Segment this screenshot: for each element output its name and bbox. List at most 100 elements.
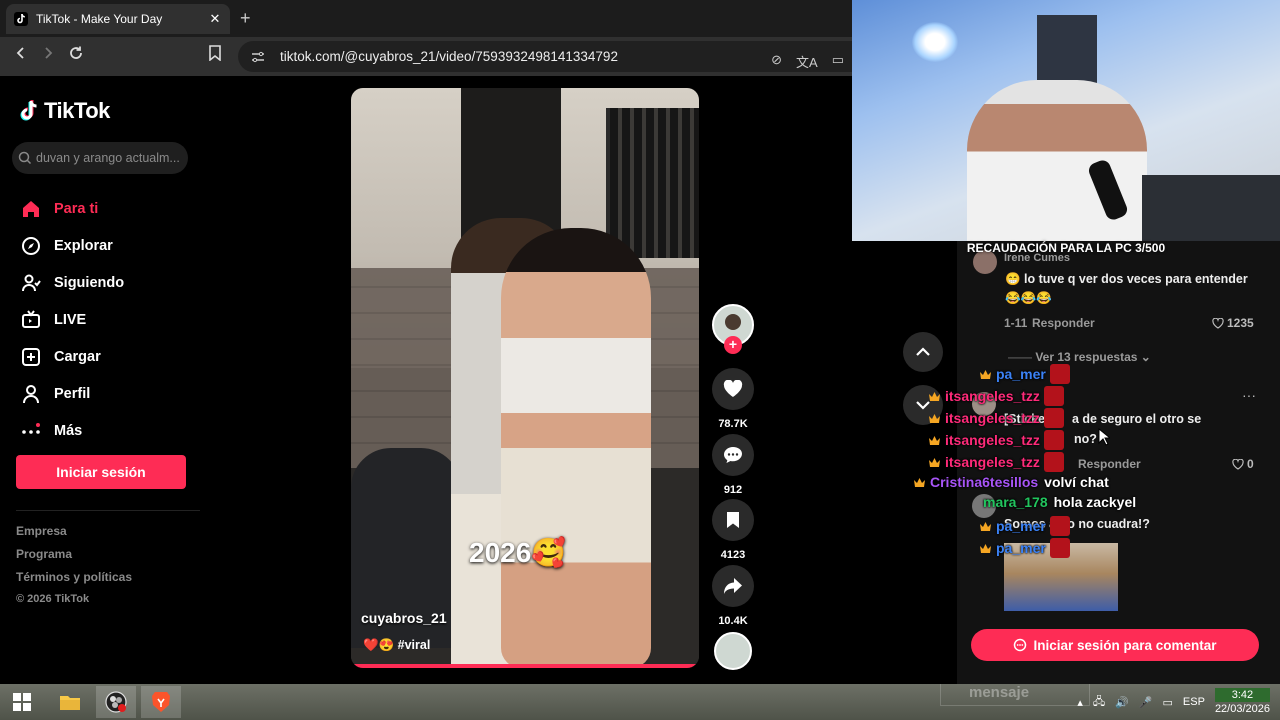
comment-like[interactable]: 1235: [1212, 316, 1254, 330]
save-button[interactable]: 4123: [712, 499, 754, 561]
back-icon[interactable]: [10, 45, 32, 67]
clock-date: 22/03/2026: [1214, 703, 1270, 715]
windows-taskbar: mensaje ▴ 🖧 🔊 🎤 ▭ ESP 3:42 22/03/2026: [0, 684, 1280, 720]
comment-bubble-icon: [1014, 638, 1027, 652]
chat-user: itsangeles_tzz: [945, 410, 1040, 426]
network-icon[interactable]: 🖧: [1093, 693, 1105, 712]
tiktok-logo[interactable]: TikTok: [20, 98, 110, 124]
chat-message: itsangeles_tzz: [928, 430, 1064, 450]
reply-like[interactable]: 0: [1232, 457, 1254, 471]
save-count: 4123: [720, 549, 746, 561]
clock-time: 3:42: [1214, 688, 1270, 702]
chevron-up-icon: [916, 347, 930, 356]
forward-icon[interactable]: [37, 45, 59, 67]
file-explorer-button[interactable]: [50, 686, 90, 718]
video-overlay-text: 2026🥰: [469, 537, 567, 568]
crown-icon: [980, 521, 991, 531]
obs-button[interactable]: [96, 686, 136, 718]
sidebar-footer: Empresa Programa Términos y políticas © …: [16, 524, 132, 611]
caption-emojis: ❤️😍: [363, 638, 395, 652]
logo-text: TikTok: [44, 98, 110, 123]
heart-outline-icon: [1232, 458, 1244, 470]
chat-user: pa_mer: [996, 366, 1046, 382]
video-progress-bar[interactable]: [351, 664, 699, 668]
no-tracking-icon[interactable]: ⊘: [771, 52, 782, 71]
chat-message: pa_mer: [979, 538, 1070, 558]
chat-input-ghost: mensaje: [940, 684, 1090, 706]
url-text[interactable]: tiktok.com/@cuyabros_21/video/7593932498…: [280, 49, 618, 64]
clock[interactable]: 3:42 22/03/2026: [1214, 688, 1270, 716]
chat-emote: [1043, 386, 1064, 406]
more-icon: [20, 420, 42, 442]
comment-date: 1-11: [1004, 316, 1028, 330]
reload-icon[interactable]: [65, 45, 87, 67]
reply-reply-link[interactable]: Responder: [1078, 457, 1141, 471]
footer-link-programa[interactable]: Programa: [16, 547, 132, 570]
nav-item-perfil[interactable]: Perfil: [20, 375, 124, 412]
comment-reply-link[interactable]: Responder: [1032, 316, 1095, 330]
reply-like-count: 0: [1247, 457, 1254, 471]
brave-lion-icon: [152, 692, 170, 712]
tab-close-icon[interactable]: ✕: [208, 11, 222, 27]
like-button[interactable]: 78.7K: [712, 368, 754, 430]
comment-like-count: 1235: [1227, 316, 1254, 330]
follow-plus-button[interactable]: +: [724, 336, 742, 354]
music-disc-avatar[interactable]: [714, 632, 752, 670]
hashtag-link[interactable]: #viral: [398, 638, 431, 652]
streamer-webcam: [852, 0, 1280, 241]
chat-message: pa_mer: [979, 516, 1070, 536]
brave-browser-button[interactable]: [141, 686, 181, 718]
upload-icon: [20, 346, 42, 368]
volume-icon[interactable]: 🔊: [1115, 696, 1129, 709]
search-input[interactable]: duvan y arango actualm...: [12, 142, 188, 174]
nav-item-live[interactable]: LIVE: [20, 301, 124, 338]
tiktok-sidebar: TikTok duvan y arango actualm... Para ti…: [0, 76, 220, 684]
share-count: 10.4K: [718, 615, 748, 627]
browser-tab[interactable]: TikTok - Make Your Day ✕: [6, 4, 230, 34]
nav-item-siguiendo[interactable]: Siguiendo: [20, 264, 124, 301]
comment-icon: [724, 447, 742, 463]
comment-button[interactable]: 912: [712, 434, 754, 496]
nav-label: LIVE: [54, 311, 87, 328]
bookmark-icon: [727, 512, 739, 528]
language-indicator[interactable]: ESP: [1183, 696, 1205, 708]
footer-link-terminos[interactable]: Términos y políticas: [16, 570, 132, 593]
login-button[interactable]: Iniciar sesión: [16, 455, 186, 489]
footer-copyright: © 2026 TikTok: [16, 593, 90, 605]
crown-icon: [980, 369, 991, 379]
view-replies-link[interactable]: —— Ver 13 respuestas ⌄: [1008, 350, 1151, 364]
translate-icon[interactable]: 文A: [796, 52, 818, 71]
following-icon: [20, 272, 42, 294]
chat-message: mara_178 hola zackyel: [983, 494, 1136, 510]
footer-link-empresa[interactable]: Empresa: [16, 524, 132, 547]
start-button[interactable]: [2, 686, 42, 718]
nav-item-cargar[interactable]: Cargar: [20, 338, 124, 375]
new-tab-button[interactable]: +: [240, 8, 251, 29]
windows-logo-icon: [13, 693, 31, 711]
search-icon: [18, 151, 32, 165]
address-bar[interactable]: tiktok.com/@cuyabros_21/video/7593932498…: [238, 41, 852, 72]
chat-message: itsangeles_tzz: [928, 452, 1064, 472]
nav-label: Cargar: [54, 348, 101, 365]
tray-chevron-icon[interactable]: ▴: [1077, 696, 1083, 709]
video-player[interactable]: 2026🥰 cuyabros_21 ❤️😍 #viral: [351, 88, 699, 668]
search-placeholder: duvan y arango actualm...: [36, 151, 180, 165]
sidebar-divider: [16, 510, 200, 511]
bookmark-icon[interactable]: [204, 45, 226, 67]
video-author[interactable]: cuyabros_21: [361, 610, 447, 626]
chat-user: itsangeles_tzz: [945, 432, 1040, 448]
login-to-comment-button[interactable]: Iniciar sesión para comentar: [971, 629, 1259, 661]
battery-icon[interactable]: ▭: [1163, 696, 1173, 709]
nav-item-para-ti[interactable]: Para ti: [20, 190, 124, 227]
home-icon: [20, 198, 42, 220]
chat-emote: [1049, 538, 1070, 558]
microphone-icon[interactable]: 🎤: [1139, 696, 1153, 709]
display-icon[interactable]: ▭: [832, 52, 844, 71]
nav-item-explorar[interactable]: Explorar: [20, 227, 124, 264]
previous-video-button[interactable]: [903, 332, 943, 372]
site-settings-icon[interactable]: [250, 50, 266, 64]
share-button[interactable]: 10.4K: [712, 565, 754, 627]
nav-item-mas[interactable]: Más: [20, 412, 124, 449]
chat-user: pa_mer: [996, 540, 1046, 556]
comment-options-icon[interactable]: ···: [1242, 387, 1256, 403]
